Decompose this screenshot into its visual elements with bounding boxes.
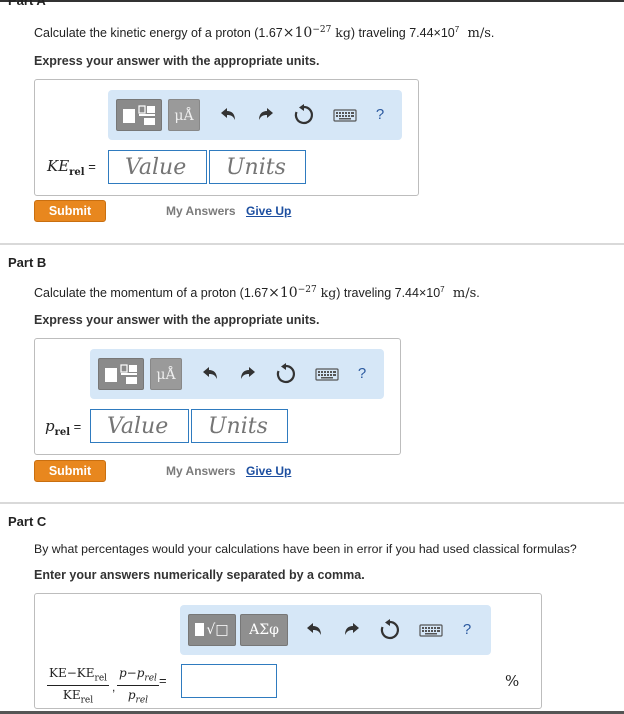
divider	[0, 502, 624, 504]
part-c-title: Part C	[8, 514, 47, 529]
reset-icon[interactable]	[274, 362, 298, 386]
keyboard-icon[interactable]	[312, 362, 342, 386]
part-a-question: Calculate the kinetic energy of a proton…	[34, 25, 495, 42]
keyboard-icon[interactable]	[416, 618, 446, 642]
part-a-submit-button[interactable]: Submit	[34, 200, 106, 222]
redo-icon[interactable]	[340, 618, 364, 642]
fraction-ke-error: KE−KErel KErel	[47, 666, 110, 706]
units-symbol-button[interactable]: μÅ	[150, 358, 182, 390]
part-b-title: Part B	[8, 255, 47, 270]
template-block-icon	[195, 623, 205, 636]
keyboard-icon[interactable]	[330, 103, 360, 127]
help-button[interactable]: ?	[353, 362, 371, 386]
part-b-answer-box: μÅ ? prel =	[34, 338, 401, 455]
part-a-my-answers-link[interactable]: My Answers	[166, 204, 236, 218]
reset-icon[interactable]	[292, 103, 316, 127]
templates-icon	[105, 364, 137, 384]
templates-sqrt-button[interactable]: √□	[188, 614, 236, 646]
part-a-title: Part A	[8, 0, 46, 8]
part-a-answer-box: μÅ ? KErel =	[34, 79, 419, 196]
greek-symbols-button[interactable]: ΑΣφ	[240, 614, 288, 646]
comma-separator: ,	[112, 680, 116, 694]
undo-icon[interactable]	[198, 362, 222, 386]
part-b-my-answers-link[interactable]: My Answers	[166, 464, 236, 478]
undo-icon[interactable]	[216, 103, 240, 127]
redo-icon[interactable]	[254, 103, 278, 127]
undo-icon[interactable]	[302, 618, 326, 642]
part-c-answer-box: √□ ΑΣφ ? KE−KErel KErel , p−prel prel = …	[34, 593, 542, 709]
part-b-variable-label: prel =	[45, 417, 82, 438]
divider	[0, 243, 624, 245]
help-button[interactable]: ?	[371, 103, 389, 127]
equals-sign: =	[159, 673, 167, 688]
value-input[interactable]	[108, 150, 207, 184]
units-symbol-button[interactable]: μÅ	[168, 99, 200, 131]
top-border	[0, 0, 624, 2]
fraction-p-error: p−prel prel	[117, 666, 159, 706]
redo-icon[interactable]	[236, 362, 260, 386]
part-a-give-up-link[interactable]: Give Up	[246, 204, 291, 218]
templates-icon	[123, 105, 155, 125]
part-b-question: Calculate the momentum of a proton (1.67…	[34, 285, 480, 302]
units-input[interactable]	[191, 409, 288, 443]
part-a-variable-label: KErel =	[47, 157, 96, 178]
part-b-submit-button[interactable]: Submit	[34, 460, 106, 482]
templates-button[interactable]	[98, 358, 144, 390]
value-input[interactable]	[90, 409, 189, 443]
part-c-question: By what percentages would your calculati…	[34, 542, 577, 556]
reset-icon[interactable]	[378, 618, 402, 642]
part-b-give-up-link[interactable]: Give Up	[246, 464, 291, 478]
part-b-toolbar: μÅ ?	[90, 349, 384, 399]
percent-unit: %	[505, 672, 520, 690]
templates-button[interactable]	[116, 99, 162, 131]
part-c-toolbar: √□ ΑΣφ ?	[180, 605, 491, 655]
units-input[interactable]	[209, 150, 306, 184]
percentages-input[interactable]	[181, 664, 277, 698]
part-b-instruction: Express your answer with the appropriate…	[34, 313, 320, 327]
help-button[interactable]: ?	[458, 618, 476, 642]
part-c-instruction: Enter your answers numerically separated…	[34, 568, 365, 582]
part-a-toolbar: μÅ ?	[108, 90, 402, 140]
part-a-instruction: Express your answer with the appropriate…	[34, 54, 320, 68]
